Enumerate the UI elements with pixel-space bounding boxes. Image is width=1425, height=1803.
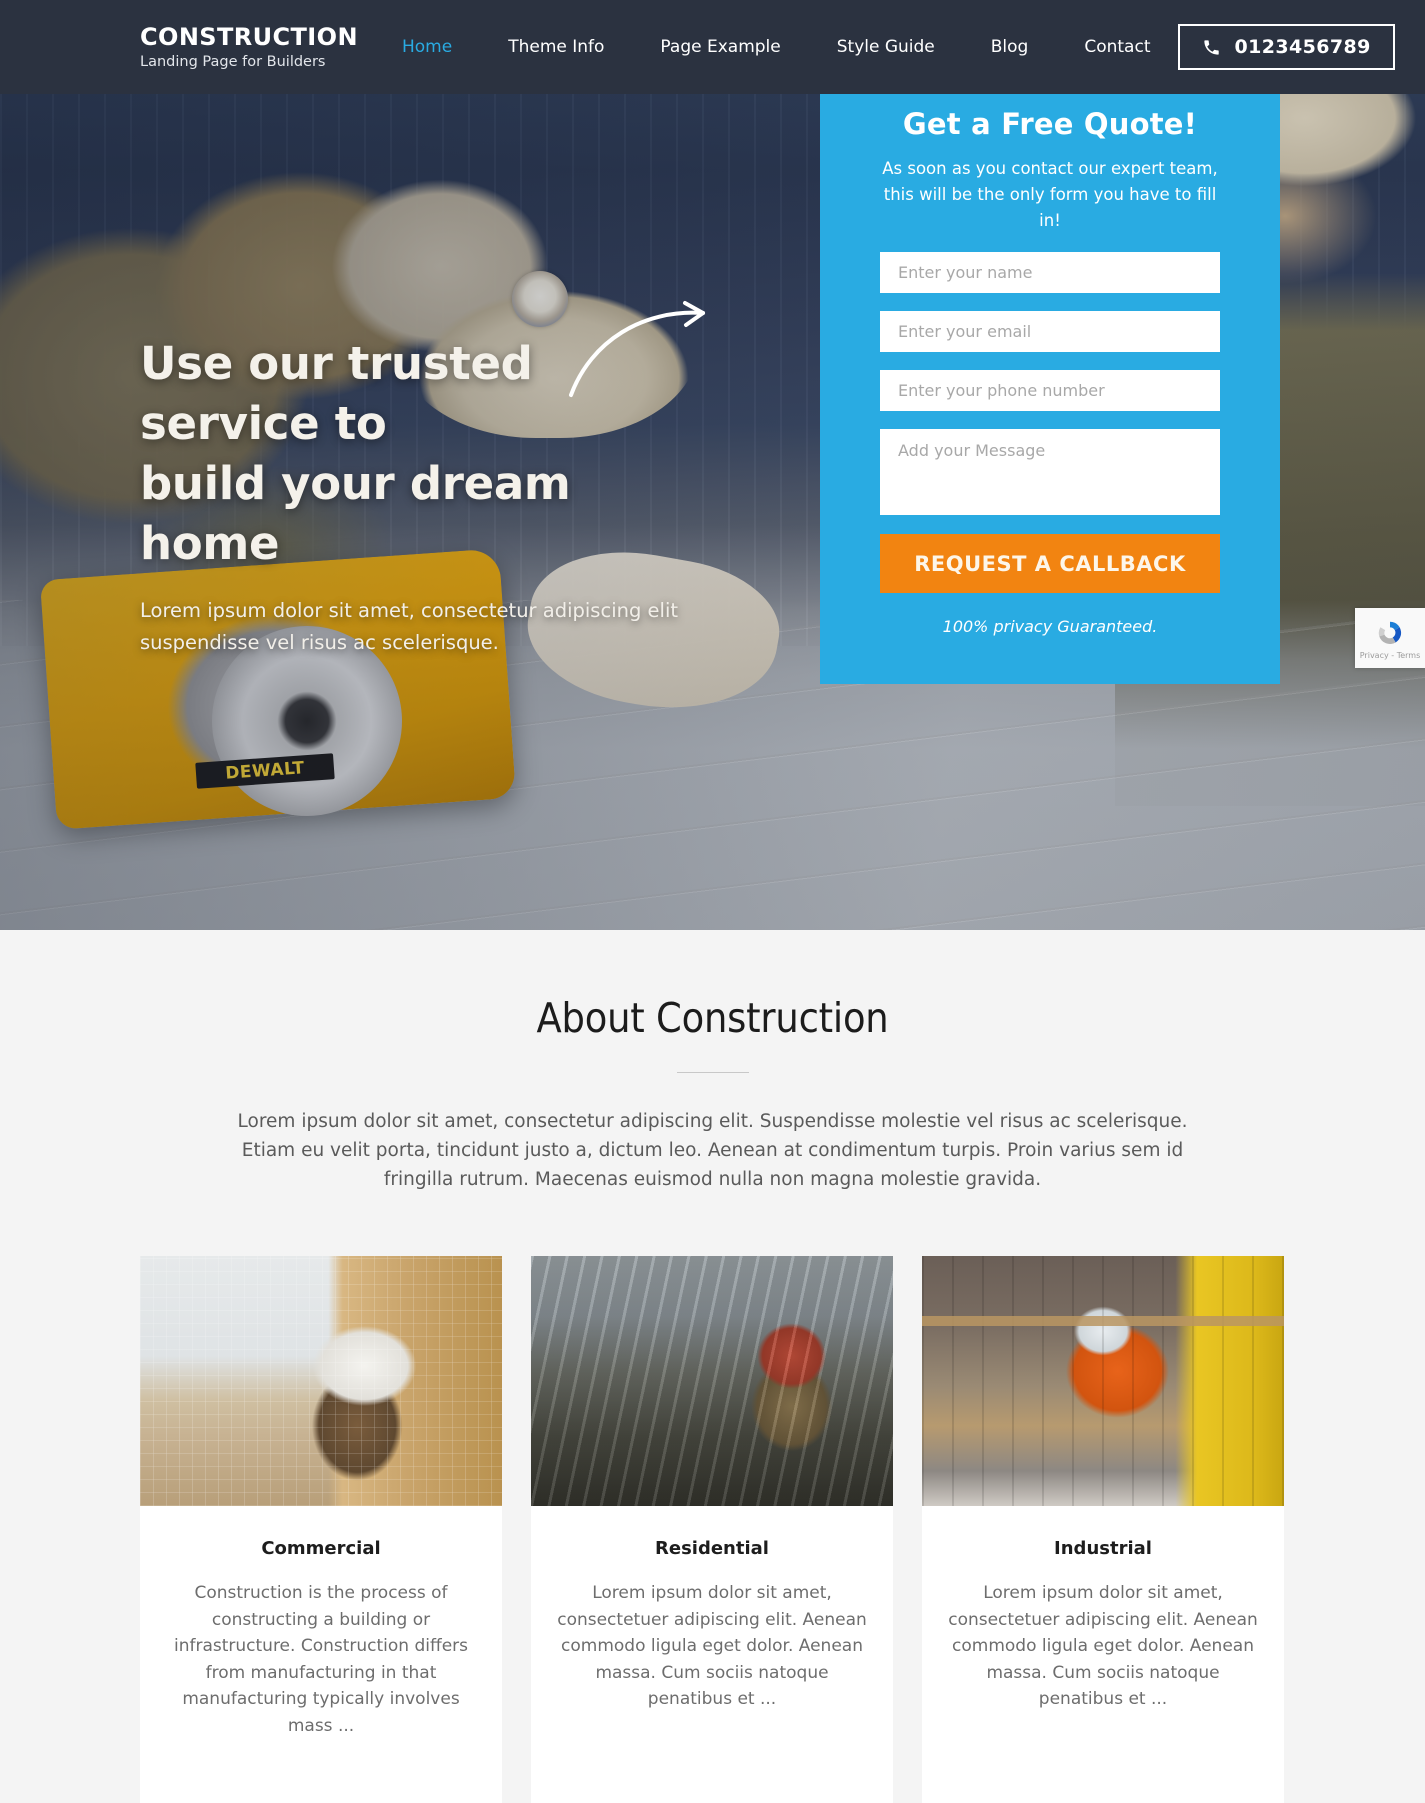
hero-title-line-2: build your dream home: [140, 457, 571, 570]
quote-form-description: As soon as you contact our expert team, …: [882, 159, 1218, 230]
message-textarea[interactable]: [880, 429, 1220, 515]
card-residential-text: Lorem ipsum dolor sit amet, consectetuer…: [557, 1583, 867, 1709]
card-commercial-title: Commercial: [261, 1538, 381, 1559]
about-cards: Commercial Construction is the process o…: [140, 1256, 1285, 1803]
nav-item-blog[interactable]: Blog: [963, 37, 1057, 57]
brand-title: CONSTRUCTION: [140, 22, 358, 51]
request-callback-button[interactable]: REQUEST A CALLBACK: [880, 534, 1220, 593]
card-residential-photo: [531, 1256, 893, 1506]
card-commercial-text: Construction is the process of construct…: [173, 1583, 469, 1736]
recaptcha-links[interactable]: Privacy - Terms: [1360, 651, 1421, 660]
brand-logo[interactable]: CONSTRUCTION Landing Page for Builders: [140, 23, 370, 72]
recaptcha-badge[interactable]: Privacy - Terms: [1355, 608, 1425, 668]
brand-subtitle: Landing Page for Builders: [140, 53, 326, 70]
hero-title: Use our trusted service to build your dr…: [140, 334, 700, 574]
card-industrial-photo: [922, 1256, 1284, 1506]
about-paragraph: Lorem ipsum dolor sit amet, consectetur …: [237, 1111, 1188, 1190]
hero-subtitle: Lorem ipsum dolor sit amet, consectetur …: [140, 599, 679, 654]
email-input[interactable]: [880, 311, 1220, 352]
card-industrial[interactable]: Industrial Lorem ipsum dolor sit amet, c…: [922, 1256, 1284, 1803]
card-residential-body: Residential Lorem ipsum dolor sit amet, …: [531, 1506, 893, 1713]
quote-form: Get a Free Quote! As soon as you contact…: [820, 76, 1280, 684]
about-divider: [676, 1072, 749, 1073]
card-industrial-body: Industrial Lorem ipsum dolor sit amet, c…: [922, 1506, 1284, 1713]
card-residential-title: Residential: [655, 1538, 769, 1559]
header-inner: CONSTRUCTION Landing Page for Builders H…: [0, 23, 1425, 72]
privacy-guarantee-note: 100% privacy Guaranteed.: [942, 617, 1158, 636]
name-input[interactable]: [880, 252, 1220, 293]
about-section: About Construction Lorem ipsum dolor sit…: [0, 930, 1425, 1803]
hero-title-line-1: Use our trusted service to: [140, 337, 533, 450]
phone-cta-button[interactable]: 0123456789: [1178, 24, 1395, 70]
card-industrial-text: Lorem ipsum dolor sit amet, consectetuer…: [948, 1583, 1258, 1709]
nav-item-page-example[interactable]: Page Example: [632, 37, 808, 57]
quote-form-title: Get a Free Quote!: [902, 107, 1198, 141]
nav-item-style-guide[interactable]: Style Guide: [809, 37, 963, 57]
phone-input[interactable]: [880, 370, 1220, 411]
card-commercial[interactable]: Commercial Construction is the process o…: [140, 1256, 502, 1803]
card-industrial-title: Industrial: [1054, 1538, 1152, 1559]
nav-item-contact[interactable]: Contact: [1056, 37, 1178, 57]
card-residential[interactable]: Residential Lorem ipsum dolor sit amet, …: [531, 1256, 893, 1803]
nav-item-theme-info[interactable]: Theme Info: [480, 37, 632, 57]
recaptcha-icon: [1378, 621, 1402, 644]
hero-copy: Use our trusted service to build your dr…: [140, 334, 700, 659]
phone-icon: [1204, 39, 1220, 55]
card-commercial-body: Commercial Construction is the process o…: [140, 1506, 502, 1739]
site-header: CONSTRUCTION Landing Page for Builders H…: [0, 0, 1425, 94]
card-commercial-photo: [140, 1256, 502, 1506]
about-title: About Construction: [536, 994, 889, 1042]
phone-number: 0123456789: [1234, 36, 1371, 58]
main-navigation: Home Theme Info Page Example Style Guide…: [374, 37, 1178, 57]
nav-item-home[interactable]: Home: [374, 37, 480, 57]
